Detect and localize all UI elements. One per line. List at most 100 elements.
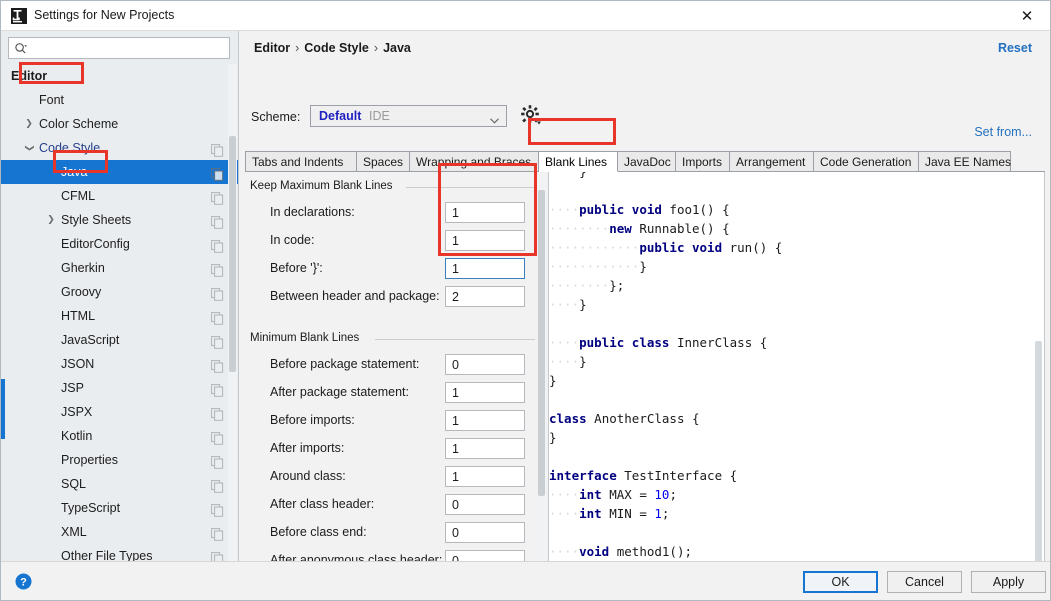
sidebar-item-code-style[interactable]: ❯ Code Style bbox=[1, 136, 238, 160]
sidebar-item-label: Groovy bbox=[61, 285, 102, 299]
chevron-right-icon[interactable]: ❯ bbox=[23, 112, 35, 136]
tab-arrangement[interactable]: Arrangement bbox=[730, 151, 814, 172]
code-preview[interactable]: } ····public void foo1() { ········new R… bbox=[548, 172, 1045, 591]
copy-scheme-icon[interactable] bbox=[211, 165, 224, 181]
sidebar-item-properties[interactable]: Properties bbox=[1, 448, 238, 472]
copy-scheme-icon[interactable] bbox=[211, 261, 224, 277]
copy-scheme-icon[interactable] bbox=[211, 549, 224, 561]
close-icon[interactable]: ✕ bbox=[1004, 1, 1050, 30]
sidebar-item-jsp[interactable]: JSP bbox=[1, 376, 238, 400]
code-scrollbar[interactable] bbox=[1034, 173, 1043, 590]
setting-label: After class header: bbox=[270, 497, 375, 511]
group-divider bbox=[374, 339, 535, 340]
setting-row: Before '}': bbox=[245, 258, 541, 282]
copy-scheme-icon[interactable] bbox=[211, 453, 224, 469]
breadcrumb-item[interactable]: Editor bbox=[254, 41, 290, 55]
copy-scheme-icon[interactable] bbox=[211, 333, 224, 349]
sidebar-item-xml[interactable]: XML bbox=[1, 520, 238, 544]
chevron-down-icon[interactable]: ❯ bbox=[17, 142, 41, 154]
sidebar-item-label: Properties bbox=[61, 453, 118, 467]
sidebar-item-typescript[interactable]: TypeScript bbox=[1, 496, 238, 520]
search-input[interactable] bbox=[32, 40, 222, 57]
help-icon[interactable]: ? bbox=[15, 573, 32, 590]
sidebar-item-html[interactable]: HTML bbox=[1, 304, 238, 328]
setting-input[interactable] bbox=[445, 438, 525, 459]
setting-input[interactable] bbox=[445, 258, 525, 279]
copy-scheme-icon[interactable] bbox=[211, 309, 224, 325]
sidebar-scrollbar[interactable] bbox=[228, 64, 237, 561]
sidebar-item-label: Java bbox=[61, 165, 88, 179]
copy-scheme-icon[interactable] bbox=[211, 357, 224, 373]
sidebar-item-color-scheme[interactable]: ❯ Color Scheme bbox=[1, 112, 238, 136]
copy-scheme-icon[interactable] bbox=[211, 285, 224, 301]
setting-label: After package statement: bbox=[270, 385, 409, 399]
copy-scheme-icon[interactable] bbox=[211, 525, 224, 541]
settings-tree: Editor Font ❯ Color Scheme ❯ Code Style Java CF… bbox=[1, 64, 238, 561]
sidebar-item-label: SQL bbox=[61, 477, 87, 491]
sidebar-item-style-sheets[interactable]: ❯ Style Sheets bbox=[1, 208, 238, 232]
sidebar-item-javascript[interactable]: JavaScript bbox=[1, 328, 238, 352]
scheme-suffix: IDE bbox=[369, 109, 390, 123]
scheme-dropdown[interactable]: Default IDE bbox=[310, 105, 507, 127]
setting-input[interactable] bbox=[445, 354, 525, 375]
gear-icon[interactable] bbox=[520, 104, 542, 126]
sidebar-item-groovy[interactable]: Groovy bbox=[1, 280, 238, 304]
copy-scheme-icon[interactable] bbox=[211, 213, 224, 229]
setting-input[interactable] bbox=[445, 382, 525, 403]
setting-input[interactable] bbox=[445, 494, 525, 515]
chevron-right-icon[interactable]: ❯ bbox=[45, 208, 57, 232]
ok-button[interactable]: OK bbox=[803, 571, 878, 593]
setting-input[interactable] bbox=[445, 202, 525, 223]
copy-scheme-icon[interactable] bbox=[211, 477, 224, 493]
tab-imports[interactable]: Imports bbox=[676, 151, 730, 172]
sidebar-item-other-file-types[interactable]: Other File Types bbox=[1, 544, 238, 561]
tab-java-ee-names[interactable]: Java EE Names bbox=[919, 151, 1011, 172]
sidebar-item-kotlin[interactable]: Kotlin bbox=[1, 424, 238, 448]
set-from-link[interactable]: Set from... bbox=[974, 125, 1032, 139]
setting-row: Around class: bbox=[245, 466, 541, 490]
setting-input[interactable] bbox=[445, 286, 525, 307]
copy-scheme-icon[interactable] bbox=[211, 429, 224, 445]
cancel-button[interactable]: Cancel bbox=[887, 571, 962, 593]
sidebar-item-java[interactable]: Java bbox=[1, 160, 238, 184]
sidebar-item-label: Style Sheets bbox=[61, 213, 132, 227]
group-title: Keep Maximum Blank Lines bbox=[250, 180, 398, 192]
sidebar-scrollbar-thumb[interactable] bbox=[229, 136, 236, 372]
form-scrollbar-thumb[interactable] bbox=[538, 190, 545, 496]
breadcrumb-item[interactable]: Code Style bbox=[304, 41, 369, 55]
sidebar-item-editorconfig[interactable]: EditorConfig bbox=[1, 232, 238, 256]
sidebar-item-cfml[interactable]: CFML bbox=[1, 184, 238, 208]
sidebar-item-sql[interactable]: SQL bbox=[1, 472, 238, 496]
breadcrumb-item[interactable]: Java bbox=[383, 41, 411, 55]
sidebar-item-json[interactable]: JSON bbox=[1, 352, 238, 376]
setting-input[interactable] bbox=[445, 466, 525, 487]
setting-input[interactable] bbox=[445, 230, 525, 251]
sidebar-item-jspx[interactable]: JSPX bbox=[1, 400, 238, 424]
copy-scheme-icon[interactable] bbox=[211, 141, 224, 157]
code-style-tabs: Tabs and Indents Spaces Wrapping and Brace… bbox=[245, 151, 1045, 172]
tab-tabs-and-indents[interactable]: Tabs and Indents bbox=[245, 151, 357, 172]
apply-button[interactable]: Apply bbox=[971, 571, 1046, 593]
setting-input[interactable] bbox=[445, 522, 525, 543]
tab-code-generation[interactable]: Code Generation bbox=[814, 151, 919, 172]
copy-scheme-icon[interactable] bbox=[211, 501, 224, 517]
form-scrollbar[interactable] bbox=[537, 176, 546, 590]
reset-link[interactable]: Reset bbox=[998, 41, 1032, 55]
copy-scheme-icon[interactable] bbox=[211, 405, 224, 421]
copy-scheme-icon[interactable] bbox=[211, 237, 224, 253]
code-scrollbar-thumb[interactable] bbox=[1035, 341, 1042, 589]
search-field[interactable] bbox=[8, 37, 230, 59]
sidebar-edge-marker bbox=[1, 379, 5, 439]
sidebar-item-editor[interactable]: Editor bbox=[1, 64, 238, 88]
tab-wrapping-and-braces[interactable]: Wrapping and Braces bbox=[410, 151, 539, 172]
sidebar-item-gherkin[interactable]: Gherkin bbox=[1, 256, 238, 280]
copy-scheme-icon[interactable] bbox=[211, 381, 224, 397]
sidebar-item-label: EditorConfig bbox=[61, 237, 130, 251]
tab-blank-lines[interactable]: Blank Lines bbox=[539, 151, 618, 172]
sidebar-item-font[interactable]: Font bbox=[1, 88, 238, 112]
setting-input[interactable] bbox=[445, 410, 525, 431]
dialog-footer: ? OK Cancel Apply bbox=[1, 561, 1050, 600]
tab-javadoc[interactable]: JavaDoc bbox=[618, 151, 676, 172]
copy-scheme-icon[interactable] bbox=[211, 189, 224, 205]
tab-spaces[interactable]: Spaces bbox=[357, 151, 410, 172]
